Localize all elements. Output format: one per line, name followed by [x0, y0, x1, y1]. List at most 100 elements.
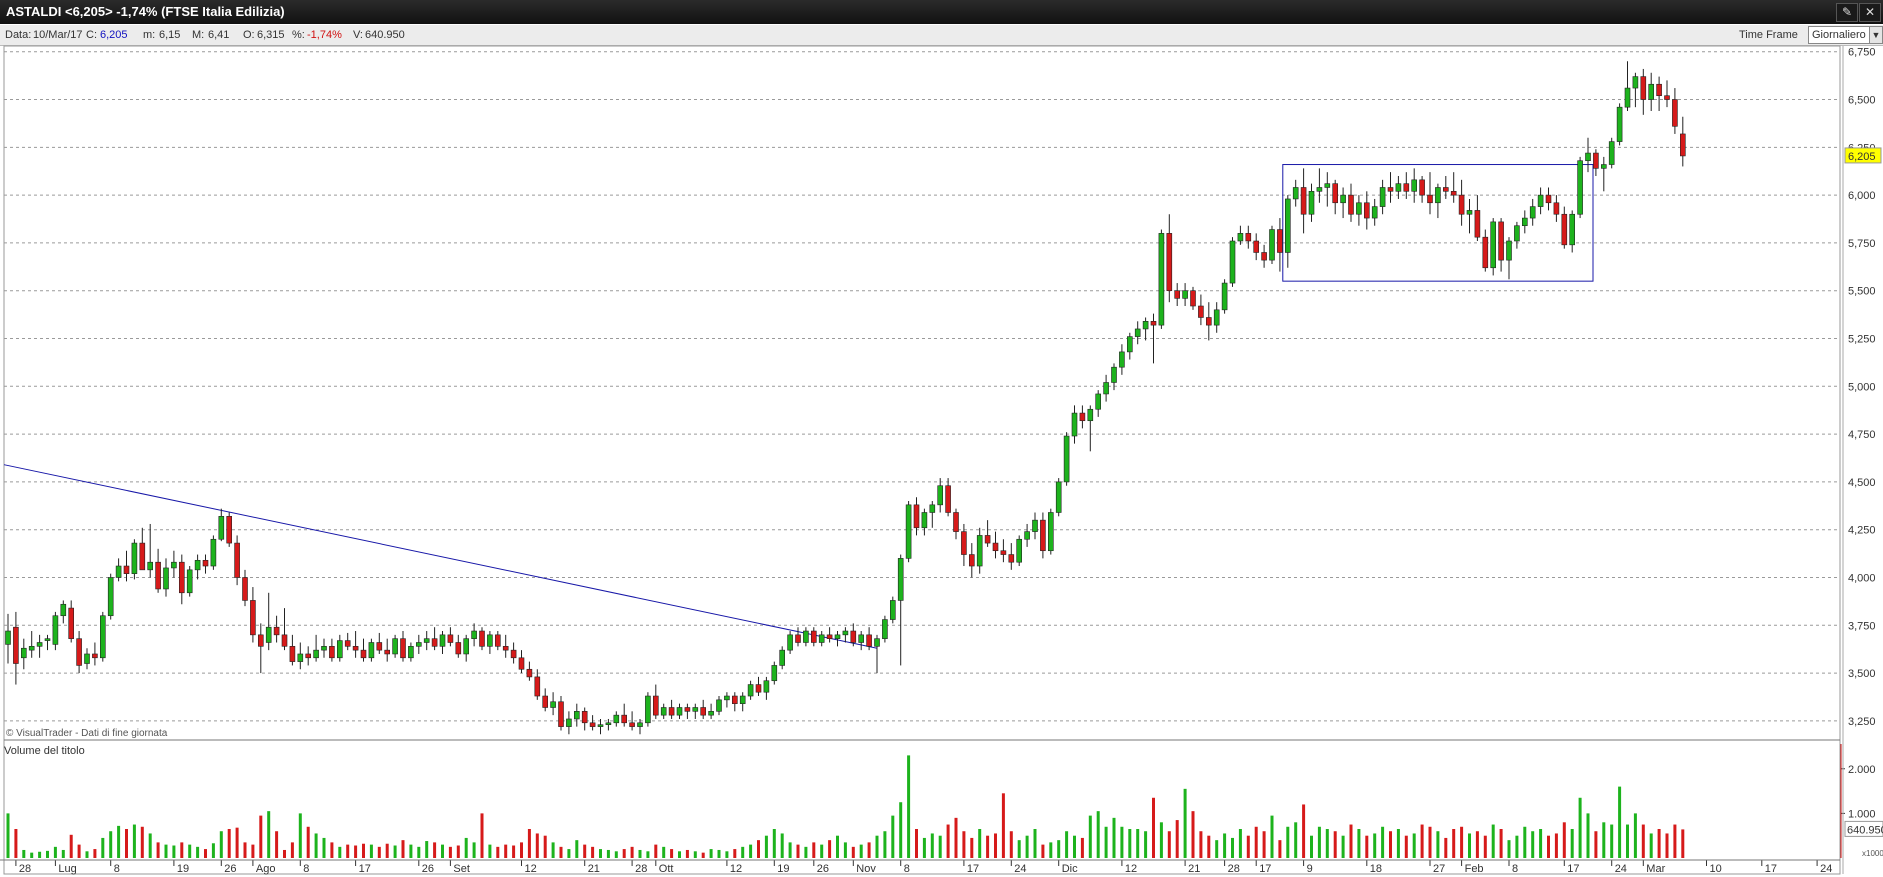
candle-body: [992, 542, 999, 552]
candle-body: [708, 711, 714, 716]
volume-bar: [1404, 835, 1408, 858]
range-rectangle[interactable]: [1282, 164, 1594, 282]
candle-body: [937, 485, 944, 506]
volume-bar: [53, 846, 57, 858]
candle-body: [171, 561, 177, 569]
candle: [810, 627, 817, 647]
volume-bar: [401, 840, 405, 858]
candle-body: [660, 707, 667, 716]
y-tick-label: 4,000: [1848, 572, 1876, 584]
x-tick-label: 17: [1567, 863, 1579, 875]
candle: [1261, 244, 1267, 268]
x-tick-label: 17: [967, 863, 979, 875]
volume-bar: [1183, 788, 1187, 858]
candle-body: [1150, 321, 1157, 326]
candle: [1593, 149, 1599, 177]
candle-body: [1482, 236, 1489, 269]
volume-bar: [591, 846, 595, 858]
volume-bar: [796, 844, 800, 858]
candle-body: [257, 634, 264, 647]
volume-bar: [978, 829, 982, 858]
candle-body: [834, 634, 841, 639]
candle-body: [1648, 83, 1654, 100]
x-tick-label: 17: [1259, 863, 1271, 875]
candle: [1032, 512, 1038, 540]
candle-body: [676, 707, 683, 716]
candle: [684, 703, 691, 719]
candle: [818, 631, 825, 647]
candle: [510, 642, 517, 664]
candle-body: [1348, 194, 1354, 215]
candle: [1537, 187, 1544, 215]
candle-body: [68, 607, 74, 639]
candle-body: [1624, 87, 1631, 108]
candle: [526, 661, 533, 681]
candle: [250, 587, 256, 643]
x-tick-label: 28: [635, 863, 647, 875]
candle: [613, 711, 620, 727]
candle-body: [953, 512, 959, 532]
candle-body: [76, 638, 82, 666]
candle-body: [581, 711, 588, 724]
candle: [368, 638, 375, 662]
volume-bar: [1381, 826, 1385, 858]
y-tick-label: 5,750: [1848, 238, 1876, 250]
candle: [937, 478, 944, 513]
volume-bar: [1207, 835, 1211, 858]
candle-body: [795, 634, 801, 643]
candle: [1095, 390, 1101, 417]
candle: [1182, 283, 1188, 307]
candle: [1198, 294, 1204, 326]
candle-body: [1324, 183, 1331, 188]
candle-body: [1285, 198, 1291, 253]
candle: [1024, 523, 1030, 547]
volume-bar: [1049, 842, 1053, 858]
candle: [1356, 195, 1362, 226]
candle-body: [692, 707, 699, 712]
candle: [976, 527, 983, 574]
candle-body: [202, 559, 209, 567]
candle-body: [510, 649, 517, 659]
candle-body: [1656, 83, 1662, 97]
candle-body: [1269, 229, 1275, 261]
volume-bar: [1468, 833, 1471, 858]
candle-body: [376, 642, 383, 651]
volume-bar: [472, 842, 476, 858]
candle: [1332, 179, 1338, 215]
candle-body: [1229, 240, 1236, 284]
candle-body: [1506, 240, 1512, 261]
y-tick-label: 3,750: [1848, 620, 1876, 632]
candle-body: [1016, 538, 1023, 563]
candle-body: [439, 634, 446, 647]
price-chart[interactable]: 6,7506,5006,2506,0005,7505,5005,2505,000…: [0, 0, 1883, 877]
candle: [1348, 183, 1354, 222]
x-tick-label: 21: [588, 863, 600, 875]
candle-body: [1490, 221, 1496, 269]
candle-body: [961, 531, 967, 555]
candle: [139, 527, 146, 571]
last-price-label: 6,205: [1848, 151, 1876, 163]
x-tick-label: 17: [359, 863, 371, 875]
candle-body: [1340, 194, 1346, 204]
x-tick-label: 9: [1307, 863, 1313, 875]
candle-body: [1048, 512, 1054, 552]
candle: [1608, 137, 1615, 169]
candle-body: [550, 701, 556, 708]
candle: [1585, 137, 1591, 173]
candle: [1285, 195, 1291, 268]
volume-bar: [583, 844, 587, 858]
volume-bar: [875, 835, 879, 858]
volume-bar: [1547, 835, 1550, 858]
candle: [76, 631, 82, 674]
candle: [1498, 218, 1504, 272]
volume-bar: [1420, 824, 1424, 858]
candle-body: [882, 619, 888, 639]
candle: [763, 676, 770, 700]
candle-body: [850, 630, 857, 643]
y-tick-label: 5,500: [1848, 286, 1876, 298]
candle-body: [52, 615, 59, 645]
candle-body: [597, 724, 604, 727]
x-tick-label: Dic: [1062, 863, 1078, 875]
volume-bar: [132, 824, 136, 858]
y-tick-label: 4,250: [1848, 525, 1876, 537]
